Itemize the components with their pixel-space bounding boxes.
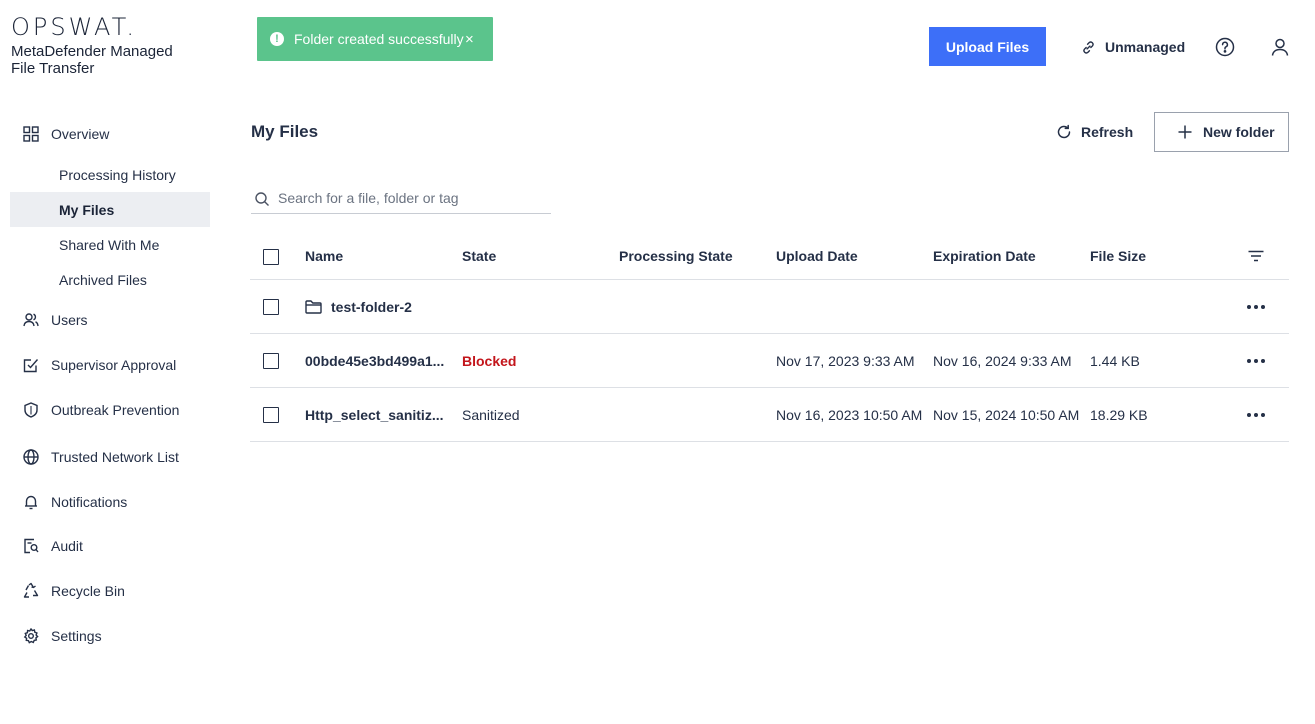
filter-icon bbox=[1248, 250, 1264, 262]
table-row[interactable]: 00bde45e3bd499a1... Blocked Nov 17, 2023… bbox=[250, 334, 1289, 388]
table-header: Name State Processing State Upload Date … bbox=[250, 233, 1289, 280]
file-size-cell: 1.44 KB bbox=[1090, 352, 1140, 369]
column-header-upload-date[interactable]: Upload Date bbox=[776, 233, 858, 279]
more-icon bbox=[1247, 304, 1265, 309]
sidebar-item-label: Notifications bbox=[51, 494, 128, 510]
plus-icon bbox=[1178, 125, 1192, 139]
shield-icon bbox=[22, 401, 40, 419]
sidebar-item-overview[interactable]: Overview bbox=[10, 116, 210, 152]
sidebar-item-audit[interactable]: Audit bbox=[10, 528, 210, 564]
user-icon bbox=[1271, 38, 1289, 56]
sidebar-item-label: Users bbox=[51, 312, 88, 328]
gear-icon bbox=[22, 627, 40, 645]
file-name: test-folder-2 bbox=[331, 298, 412, 315]
expiration-date-cell: Nov 15, 2024 10:50 AM bbox=[933, 406, 1080, 423]
column-header-file-size[interactable]: File Size bbox=[1090, 233, 1146, 279]
files-table: Name State Processing State Upload Date … bbox=[250, 233, 1289, 442]
upload-date-cell: Nov 17, 2023 9:33 AM bbox=[776, 352, 915, 369]
more-icon bbox=[1247, 358, 1265, 363]
name-cell[interactable]: Http_select_sanitiz... bbox=[305, 388, 444, 441]
sidebar-item-label: Supervisor Approval bbox=[51, 357, 177, 373]
row-actions-button[interactable] bbox=[1245, 334, 1267, 387]
opswat-logo: OPSWAT. bbox=[11, 13, 138, 41]
row-actions-button[interactable] bbox=[1245, 388, 1267, 441]
sidebar-item-label: Shared With Me bbox=[59, 236, 160, 253]
upload-date-cell: Nov 16, 2023 10:50 AM bbox=[776, 406, 923, 423]
sidebar-item-settings[interactable]: Settings bbox=[10, 618, 210, 654]
table-row[interactable]: Http_select_sanitiz... Sanitized Nov 16,… bbox=[250, 388, 1289, 442]
row-checkbox[interactable] bbox=[263, 407, 279, 423]
sidebar-item-label: My Files bbox=[59, 201, 115, 218]
sidebar-item-label: Recycle Bin bbox=[51, 583, 125, 599]
name-cell[interactable]: test-folder-2 bbox=[305, 280, 412, 333]
file-size-cell: 18.29 KB bbox=[1090, 406, 1148, 423]
grid-icon bbox=[22, 125, 40, 143]
row-checkbox[interactable] bbox=[263, 299, 279, 315]
search-input[interactable] bbox=[278, 188, 548, 208]
column-header-name[interactable]: Name bbox=[305, 233, 343, 279]
row-checkbox[interactable] bbox=[263, 353, 279, 369]
select-all-checkbox[interactable] bbox=[263, 249, 279, 265]
sidebar-item-my-files[interactable]: My Files bbox=[10, 192, 210, 227]
product-name: MetaDefender Managed File Transfer bbox=[11, 43, 173, 77]
page-title: My Files bbox=[251, 122, 319, 141]
sidebar-item-recycle-bin[interactable]: Recycle Bin bbox=[10, 573, 210, 609]
row-actions-button[interactable] bbox=[1245, 280, 1267, 333]
expiration-date-cell: Nov 16, 2024 9:33 AM bbox=[933, 352, 1072, 369]
state-cell: Sanitized bbox=[462, 406, 520, 423]
globe-icon bbox=[22, 448, 40, 466]
sidebar-item-users[interactable]: Users bbox=[10, 302, 210, 338]
sidebar-item-processing-history[interactable]: Processing History bbox=[10, 157, 210, 192]
refresh-label: Refresh bbox=[1081, 124, 1134, 140]
column-header-state[interactable]: State bbox=[462, 233, 496, 279]
success-toast: ! Folder created successfully × bbox=[257, 17, 493, 61]
close-icon[interactable]: × bbox=[465, 31, 474, 48]
file-name: Http_select_sanitiz... bbox=[305, 406, 444, 423]
refresh-button[interactable]: Refresh bbox=[1056, 122, 1133, 142]
bell-icon bbox=[22, 493, 40, 511]
column-header-processing-state[interactable]: Processing State bbox=[619, 233, 733, 279]
sidebar-item-label: Processing History bbox=[59, 166, 176, 183]
approval-icon bbox=[22, 356, 40, 374]
audit-icon bbox=[22, 537, 40, 555]
table-row[interactable]: test-folder-2 bbox=[250, 280, 1289, 334]
search-icon bbox=[255, 192, 269, 206]
sidebar-item-label: Overview bbox=[51, 126, 110, 142]
sidebar-item-notifications[interactable]: Notifications bbox=[10, 484, 210, 520]
state-cell: Blocked bbox=[462, 352, 517, 369]
link-icon bbox=[1083, 40, 1094, 54]
sidebar-item-outbreak-prevention[interactable]: Outbreak Prevention bbox=[10, 392, 210, 428]
unmanaged-label: Unmanaged bbox=[1105, 39, 1186, 55]
sidebar-item-archived-files[interactable]: Archived Files bbox=[10, 262, 210, 297]
folder-icon bbox=[305, 299, 322, 314]
new-folder-label: New folder bbox=[1203, 124, 1275, 140]
column-header-expiration-date[interactable]: Expiration Date bbox=[933, 233, 1036, 279]
name-cell[interactable]: 00bde45e3bd499a1... bbox=[305, 334, 444, 387]
file-name: 00bde45e3bd499a1... bbox=[305, 352, 445, 369]
sidebar-item-supervisor-approval[interactable]: Supervisor Approval bbox=[10, 347, 210, 383]
user-menu-button[interactable] bbox=[1270, 37, 1290, 57]
help-button[interactable] bbox=[1215, 37, 1235, 57]
filter-columns-button[interactable] bbox=[1245, 233, 1267, 279]
new-folder-button[interactable]: New folder bbox=[1154, 112, 1289, 152]
sidebar-item-label: Audit bbox=[51, 538, 83, 554]
sidebar-item-label: Settings bbox=[51, 628, 102, 644]
more-icon bbox=[1247, 412, 1265, 417]
info-icon: ! bbox=[270, 32, 284, 46]
search-field bbox=[251, 184, 551, 214]
brand: OPSWAT. MetaDefender Managed File Transf… bbox=[11, 14, 191, 77]
refresh-icon bbox=[1057, 124, 1071, 139]
sidebar-item-label: Outbreak Prevention bbox=[51, 402, 180, 418]
upload-files-button[interactable]: Upload Files bbox=[929, 27, 1046, 66]
sidebar-item-label: Trusted Network List bbox=[51, 449, 179, 465]
sidebar-item-label: Archived Files bbox=[59, 271, 147, 288]
unmanaged-button[interactable]: Unmanaged bbox=[1081, 37, 1185, 57]
users-icon bbox=[22, 311, 40, 329]
sidebar-item-trusted-network-list[interactable]: Trusted Network List bbox=[10, 439, 210, 475]
toast-message: Folder created successfully bbox=[294, 31, 464, 47]
recycle-icon bbox=[22, 582, 40, 600]
help-icon bbox=[1215, 37, 1235, 57]
sidebar-item-shared-with-me[interactable]: Shared With Me bbox=[10, 227, 210, 262]
